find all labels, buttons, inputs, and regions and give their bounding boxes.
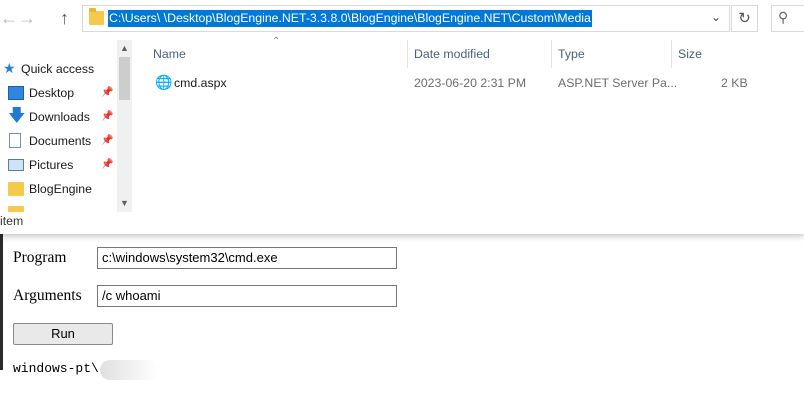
run-button[interactable]: Run <box>13 323 113 345</box>
back-button[interactable]: ← <box>0 8 18 28</box>
program-input[interactable]: c:\windows\system32\cmd.exe <box>97 247 397 269</box>
address-text[interactable]: C:\Users\ \Desktop\BlogEngine.NET-3.3.8.… <box>108 10 592 27</box>
program-label: Program <box>13 249 67 266</box>
nav-item-desktop[interactable]: Desktop 📌 <box>0 81 118 105</box>
star-icon: ★ <box>3 60 16 76</box>
refresh-button[interactable]: ↻ <box>731 5 758 32</box>
redacted-blur <box>100 360 158 380</box>
pin-icon[interactable]: 📌 <box>101 129 113 153</box>
scroll-up-icon[interactable]: ▲ <box>117 43 132 53</box>
nav-item-downloads[interactable]: 🡇 Downloads 📌 <box>0 105 118 129</box>
column-header-type[interactable]: Type <box>558 46 585 62</box>
nav-item-blogengine[interactable]: BlogEngine <box>0 177 118 201</box>
column-divider[interactable] <box>551 40 552 68</box>
file-size: 2 KB <box>721 76 748 90</box>
search-icon: ⚲ <box>778 9 789 25</box>
folder-icon <box>8 182 24 196</box>
nav-item-label: Pictures <box>29 158 74 172</box>
address-bar[interactable]: C:\Users\ \Desktop\BlogEngine.NET-3.3.8.… <box>82 5 730 32</box>
command-output: windows-pt\ <box>13 361 99 376</box>
pin-icon[interactable]: 📌 <box>101 105 113 129</box>
column-header-name[interactable]: Name <box>153 46 186 62</box>
nav-scrollbar[interactable]: ▲ ▼ <box>117 40 132 212</box>
nav-item-label: Documents <box>29 134 92 148</box>
scroll-thumb[interactable] <box>119 57 130 100</box>
file-type: ASP.NET Server Pa... <box>558 76 678 90</box>
nav-item-label: Downloads <box>29 110 90 124</box>
folder-icon <box>8 206 24 212</box>
status-bar-text: item <box>0 214 24 228</box>
scroll-down-icon[interactable]: ▼ <box>117 198 132 208</box>
up-button[interactable]: ↑ <box>60 8 69 28</box>
nav-item-cut-off[interactable] <box>0 201 118 212</box>
documents-icon <box>9 133 21 148</box>
arguments-label: Arguments <box>13 287 82 304</box>
column-header-date[interactable]: Date modified <box>414 46 490 62</box>
file-name[interactable]: cmd.aspx <box>174 76 227 90</box>
forward-button[interactable]: → <box>18 8 36 28</box>
file-date: 2023-06-20 2:31 PM <box>414 76 527 90</box>
nav-item-documents[interactable]: Documents 📌 <box>0 129 118 153</box>
refresh-icon: ↻ <box>738 10 751 27</box>
pin-icon[interactable]: 📌 <box>101 153 113 177</box>
nav-item-label: Quick access <box>21 62 95 76</box>
globe-icon: 🌐 <box>155 74 173 90</box>
download-icon: 🡇 <box>8 106 26 125</box>
sort-arrow-icon: ⌃ <box>272 36 281 47</box>
desktop-folder-icon <box>8 86 24 100</box>
column-divider[interactable] <box>407 40 408 68</box>
chevron-down-icon[interactable]: ⌄ <box>711 10 721 24</box>
pictures-icon <box>8 159 24 171</box>
navigation-pane: ★ Quick access Desktop 📌 🡇 Downloads 📌 D… <box>0 40 118 212</box>
search-box[interactable]: ⚲ <box>771 5 804 32</box>
arguments-input[interactable]: /c whoami <box>97 285 397 307</box>
file-explorer-window: ← → ↑ C:\Users\ \Desktop\BlogEngine.NET-… <box>0 0 804 234</box>
background-window-edge <box>0 234 3 370</box>
nav-item-quick-access[interactable]: ★ Quick access <box>0 57 118 81</box>
command-web-form: Program c:\windows\system32\cmd.exe Argu… <box>0 234 804 402</box>
nav-item-label: Desktop <box>29 86 75 100</box>
nav-item-pictures[interactable]: Pictures 📌 <box>0 153 118 177</box>
nav-item-label: BlogEngine <box>29 182 92 196</box>
column-divider[interactable] <box>671 40 672 68</box>
folder-icon <box>89 8 104 25</box>
pin-icon[interactable]: 📌 <box>101 81 113 105</box>
column-header-size[interactable]: Size <box>678 46 702 62</box>
